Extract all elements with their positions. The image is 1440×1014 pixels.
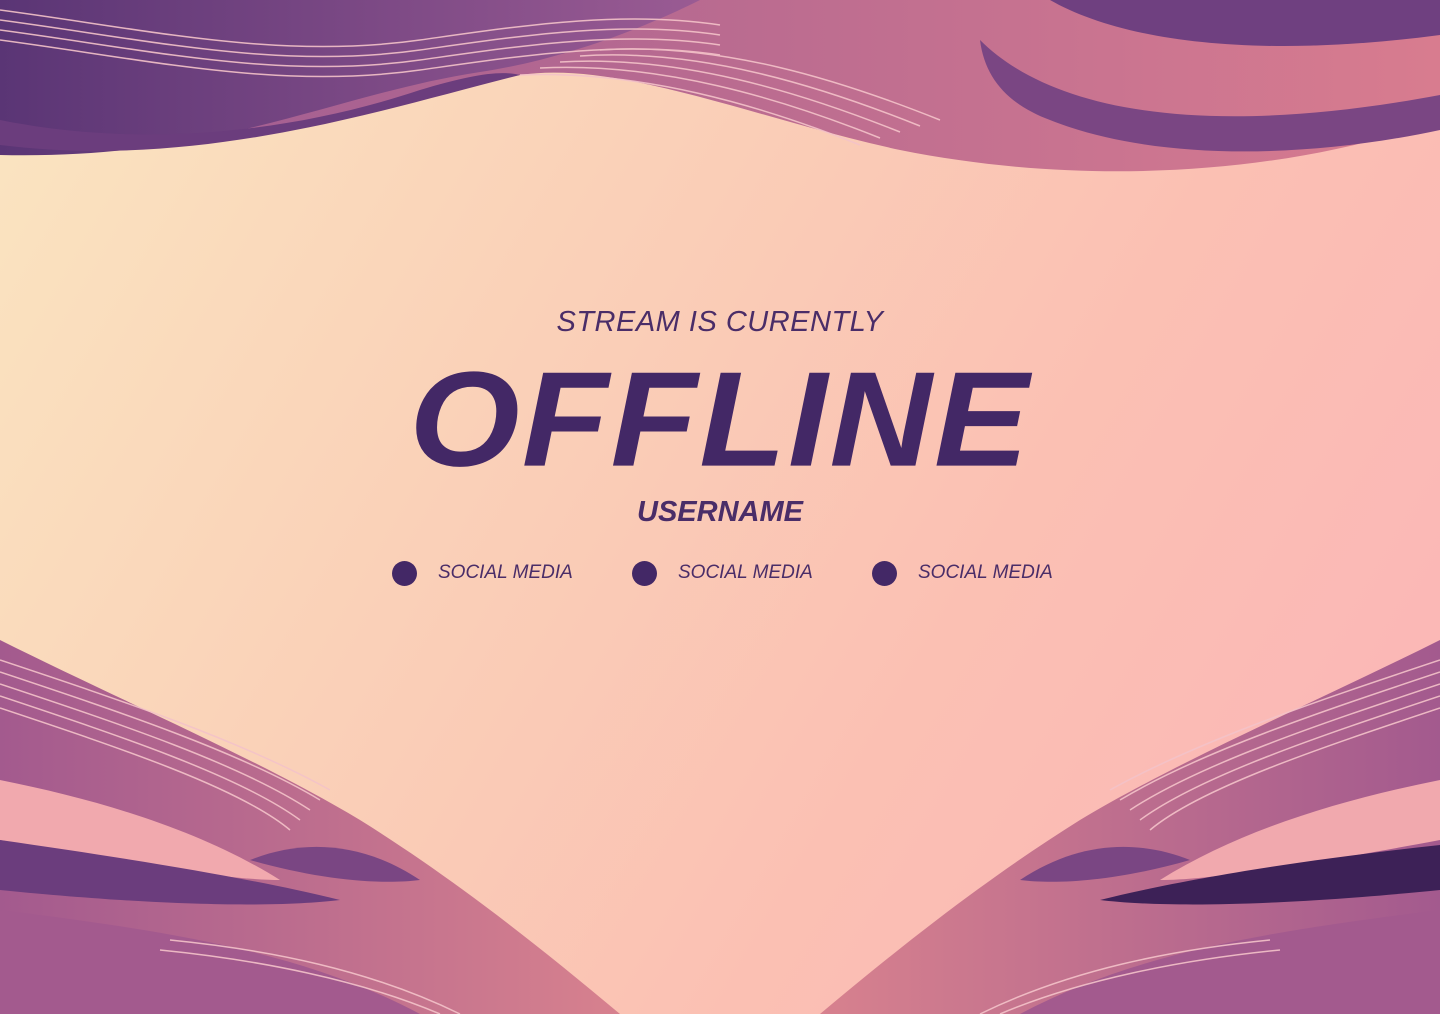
social-media-label: SOCIAL MEDIA <box>678 562 813 583</box>
social-media-label: SOCIAL MEDIA <box>438 562 573 583</box>
social-media-link-2[interactable]: SOCIAL MEDIA <box>632 560 813 586</box>
social-media-link-1[interactable]: SOCIAL MEDIA <box>392 560 573 586</box>
social-media-label: SOCIAL MEDIA <box>918 562 1053 583</box>
offline-banner: STREAM IS CURENTLY OFFLINE USERNAME SOCI… <box>0 0 1440 1014</box>
dot-icon <box>632 560 657 586</box>
dot-icon <box>392 560 417 586</box>
offline-headline: OFFLINE <box>409 344 1031 496</box>
social-media-link-3[interactable]: SOCIAL MEDIA <box>872 560 1053 586</box>
stream-status-subtitle: STREAM IS CURENTLY <box>556 306 884 338</box>
dot-icon <box>872 560 897 586</box>
username-label: USERNAME <box>637 496 803 528</box>
